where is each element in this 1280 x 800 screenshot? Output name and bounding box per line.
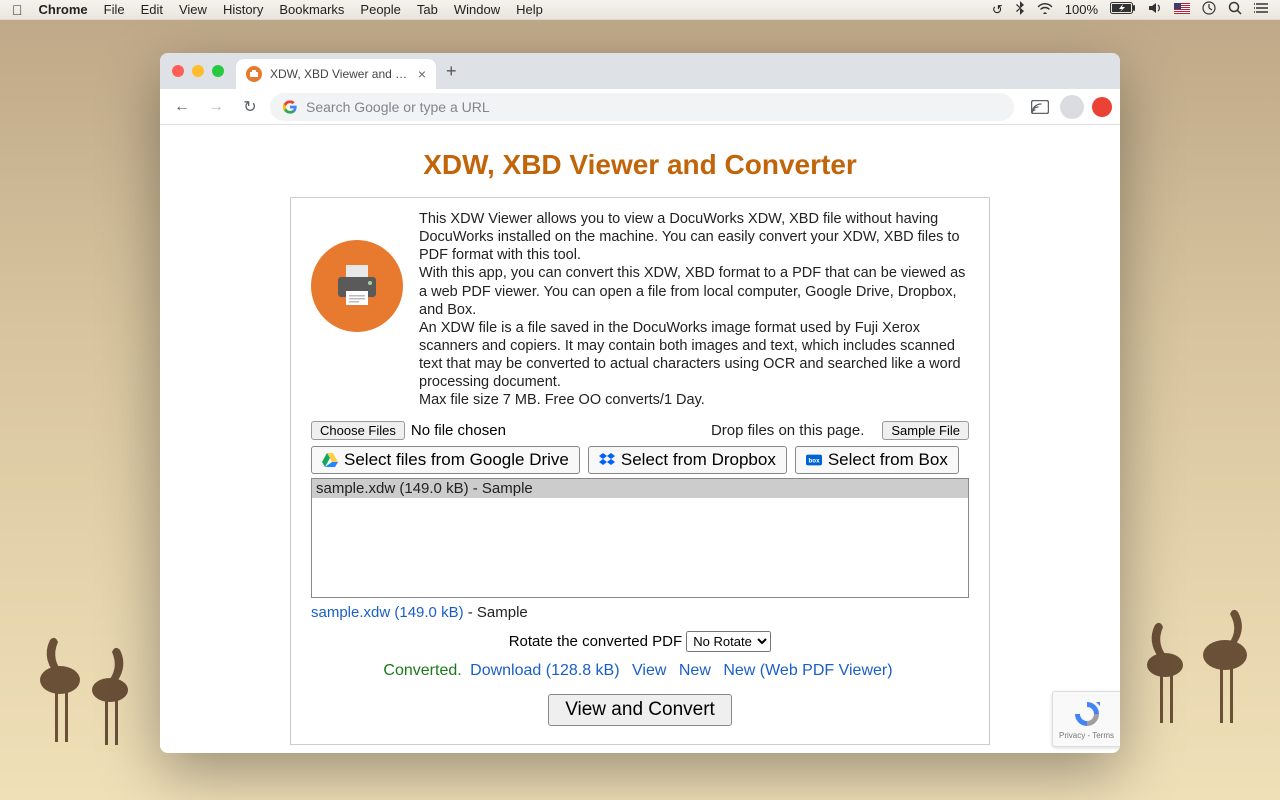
menu-people[interactable]: People bbox=[360, 2, 400, 17]
drop-files-label: Drop files on this page. bbox=[711, 422, 864, 439]
cast-icon[interactable] bbox=[1028, 95, 1052, 119]
printer-icon bbox=[311, 240, 403, 332]
menu-bookmarks[interactable]: Bookmarks bbox=[279, 2, 344, 17]
minimize-window-button[interactable] bbox=[192, 65, 204, 77]
forward-button[interactable]: → bbox=[202, 93, 230, 121]
sample-file-link[interactable]: sample.xdw (149.0 kB) bbox=[311, 604, 464, 621]
google-drive-button[interactable]: Select files from Google Drive bbox=[311, 446, 580, 474]
macos-menubar:  Chrome File Edit View History Bookmark… bbox=[0, 0, 1280, 20]
menu-history[interactable]: History bbox=[223, 2, 263, 17]
apple-menu-icon[interactable]:  bbox=[12, 2, 23, 18]
file-list[interactable]: sample.xdw (149.0 kB) - Sample bbox=[311, 478, 969, 598]
menu-list-icon[interactable] bbox=[1254, 2, 1268, 17]
close-tab-icon[interactable]: × bbox=[418, 66, 426, 82]
rotate-select[interactable]: No Rotate bbox=[686, 631, 771, 652]
dropbox-button[interactable]: Select from Dropbox bbox=[588, 446, 787, 474]
sample-file-button[interactable]: Sample File bbox=[882, 421, 969, 440]
address-bar[interactable]: Search Google or type a URL bbox=[270, 93, 1014, 121]
converted-status: Converted. bbox=[383, 662, 461, 679]
main-panel: This XDW Viewer allows you to view a Doc… bbox=[290, 197, 990, 745]
menu-view[interactable]: View bbox=[179, 2, 207, 17]
menu-edit[interactable]: Edit bbox=[141, 2, 163, 17]
clock-analog-icon[interactable] bbox=[1202, 1, 1216, 18]
sample-link-row: sample.xdw (149.0 kB) - Sample bbox=[311, 604, 969, 621]
list-item[interactable]: sample.xdw (149.0 kB) - Sample bbox=[312, 479, 968, 498]
tab-favicon bbox=[246, 66, 262, 82]
browser-window: XDW, XBD Viewer and Convert × + ← → ↻ Se… bbox=[160, 53, 1120, 753]
choose-files-button[interactable]: Choose Files bbox=[311, 421, 405, 440]
browser-toolbar: ← → ↻ Search Google or type a URL bbox=[160, 89, 1120, 125]
menu-window[interactable]: Window bbox=[454, 2, 500, 17]
menu-help[interactable]: Help bbox=[516, 2, 543, 17]
view-link[interactable]: View bbox=[632, 662, 666, 679]
menu-tab[interactable]: Tab bbox=[417, 2, 438, 17]
svg-text:box: box bbox=[808, 458, 820, 465]
reload-button[interactable]: ↻ bbox=[236, 93, 264, 121]
dropbox-icon bbox=[599, 452, 615, 468]
view-and-convert-button[interactable]: View and Convert bbox=[548, 694, 732, 726]
volume-icon[interactable] bbox=[1148, 2, 1162, 17]
google-icon bbox=[282, 99, 298, 115]
tab-title: XDW, XBD Viewer and Convert bbox=[270, 67, 410, 81]
download-link[interactable]: Download (128.8 kB) bbox=[470, 662, 619, 679]
profile-avatar[interactable] bbox=[1060, 95, 1084, 119]
new-tab-button[interactable]: + bbox=[446, 61, 457, 82]
box-button[interactable]: box Select from Box bbox=[795, 446, 959, 474]
browser-tab[interactable]: XDW, XBD Viewer and Convert × bbox=[236, 59, 436, 89]
recaptcha-icon bbox=[1072, 699, 1102, 729]
box-icon: box bbox=[806, 452, 822, 468]
battery-icon[interactable] bbox=[1110, 2, 1136, 17]
recaptcha-badge[interactable]: Privacy - Terms bbox=[1052, 691, 1120, 747]
battery-percent: 100% bbox=[1065, 2, 1098, 17]
menu-file[interactable]: File bbox=[104, 2, 125, 17]
description-text: This XDW Viewer allows you to view a Doc… bbox=[419, 210, 969, 409]
extension-badge[interactable] bbox=[1092, 97, 1112, 117]
app-menu[interactable]: Chrome bbox=[39, 2, 88, 17]
maximize-window-button[interactable] bbox=[212, 65, 224, 77]
address-bar-placeholder: Search Google or type a URL bbox=[306, 99, 490, 115]
page-title: XDW, XBD Viewer and Converter bbox=[180, 149, 1100, 181]
window-controls bbox=[172, 65, 224, 77]
gdrive-icon bbox=[322, 452, 338, 468]
page-content: XDW, XBD Viewer and Converter bbox=[160, 125, 1120, 753]
rotate-label: Rotate the converted PDF bbox=[509, 633, 682, 650]
no-file-label: No file chosen bbox=[411, 422, 506, 439]
spotlight-icon[interactable] bbox=[1228, 1, 1242, 18]
back-button[interactable]: ← bbox=[168, 93, 196, 121]
new-link[interactable]: New bbox=[679, 662, 711, 679]
new-web-pdf-link[interactable]: New (Web PDF Viewer) bbox=[723, 662, 892, 679]
wifi-icon[interactable] bbox=[1037, 2, 1053, 17]
flag-icon[interactable] bbox=[1174, 2, 1190, 17]
timemachine-icon[interactable]: ↺ bbox=[992, 2, 1003, 18]
tab-strip: XDW, XBD Viewer and Convert × + bbox=[160, 53, 1120, 89]
close-window-button[interactable] bbox=[172, 65, 184, 77]
bluetooth-icon[interactable] bbox=[1015, 1, 1025, 18]
